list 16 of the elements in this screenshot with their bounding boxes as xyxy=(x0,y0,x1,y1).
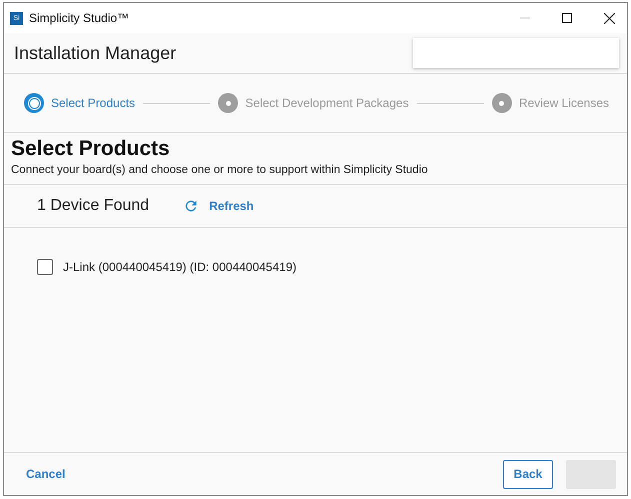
maximize-icon xyxy=(562,13,572,23)
page-title: Select Products xyxy=(11,137,171,161)
device-count: 1 Device Found xyxy=(37,197,150,215)
step-label: Select Products xyxy=(51,96,136,110)
page-subtitle: Connect your board(s) and choose one or more to support within Simplicity Studio xyxy=(11,164,429,176)
device-label: J-Link (000440045419) (ID: 000440045419) xyxy=(63,260,297,274)
refresh-button[interactable]: Refresh xyxy=(183,198,254,214)
cancel-button[interactable]: Cancel xyxy=(26,467,503,481)
refresh-icon xyxy=(183,198,200,214)
back-button[interactable]: Back xyxy=(503,460,553,488)
page-header-title: Installation Manager xyxy=(14,42,176,64)
device-checkbox[interactable] xyxy=(37,259,53,275)
window-title: Simplicity Studio™ xyxy=(29,11,130,25)
step-label: Select Development Packages xyxy=(245,96,409,110)
close-icon xyxy=(604,12,614,24)
step-label: Review Licenses xyxy=(518,96,609,110)
